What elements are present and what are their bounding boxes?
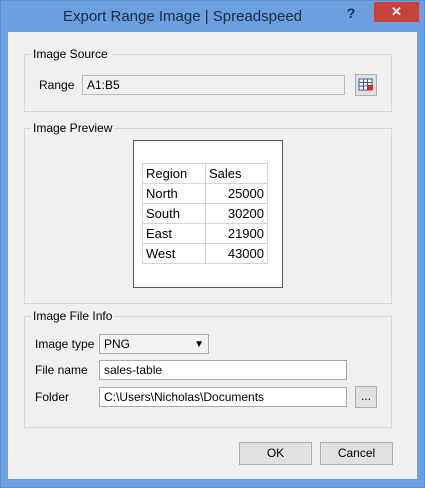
preview-table: Region Sales North 25000 South 30200 Eas… — [142, 163, 268, 264]
folder-label: Folder — [35, 390, 70, 404]
help-button[interactable]: ? — [342, 5, 360, 25]
title-bar[interactable]: Export Range Image | Spreadspeed ? ✕ — [1, 1, 424, 33]
preview-cell-sales: 30200 — [205, 203, 268, 224]
range-label: Range — [39, 78, 75, 92]
preview-header-row: Region Sales — [142, 163, 268, 184]
cancel-button[interactable]: Cancel — [320, 442, 393, 465]
image-type-value: PNG — [104, 337, 131, 351]
preview-cell-region: West — [142, 243, 206, 264]
window-title: Export Range Image | Spreadspeed — [62, 8, 303, 25]
preview-cell-sales: 25000 — [205, 183, 268, 204]
chevron-down-icon: ▼ — [194, 339, 204, 350]
dialog-body: Image Source Range A1:B5 Image Preview R… — [8, 32, 417, 479]
preview-cell-region: East — [142, 223, 206, 244]
range-field[interactable]: A1:B5 — [82, 75, 345, 95]
folder-input[interactable]: C:\Users\Nicholas\Documents — [99, 387, 347, 407]
image-type-label: Image type — [35, 337, 95, 351]
preview-cell-region: North — [142, 183, 206, 204]
preview-cell-sales: 21900 — [205, 223, 268, 244]
image-type-dropdown[interactable]: PNG ▼ — [99, 334, 209, 354]
preview-row: West 43000 — [142, 243, 268, 264]
ok-button[interactable]: OK — [239, 442, 312, 465]
image-source-group-label: Image Source — [31, 47, 110, 61]
preview-row: East 21900 — [142, 223, 268, 244]
select-range-button[interactable] — [355, 74, 377, 96]
preview-row: North 25000 — [142, 183, 268, 204]
range-select-icon — [358, 78, 373, 91]
preview-header-region: Region — [142, 163, 206, 184]
close-button[interactable]: ✕ — [374, 2, 419, 22]
image-file-info-group: Image File Info Image type PNG ▼ File na… — [24, 309, 392, 428]
preview-row: South 30200 — [142, 203, 268, 224]
export-range-image-dialog: Export Range Image | Spreadspeed ? ✕ Ima… — [0, 0, 425, 488]
preview-header-sales: Sales — [205, 163, 268, 184]
image-source-group: Image Source Range A1:B5 — [24, 47, 392, 112]
file-name-label: File name — [35, 363, 88, 377]
preview-cell-region: South — [142, 203, 206, 224]
image-preview-group-label: Image Preview — [31, 121, 115, 135]
preview-image: Region Sales North 25000 South 30200 Eas… — [133, 140, 283, 288]
file-name-input[interactable]: sales-table — [99, 360, 347, 380]
preview-cell-sales: 43000 — [205, 243, 268, 264]
image-file-info-group-label: Image File Info — [31, 309, 115, 323]
browse-folder-button[interactable]: ... — [355, 386, 377, 408]
